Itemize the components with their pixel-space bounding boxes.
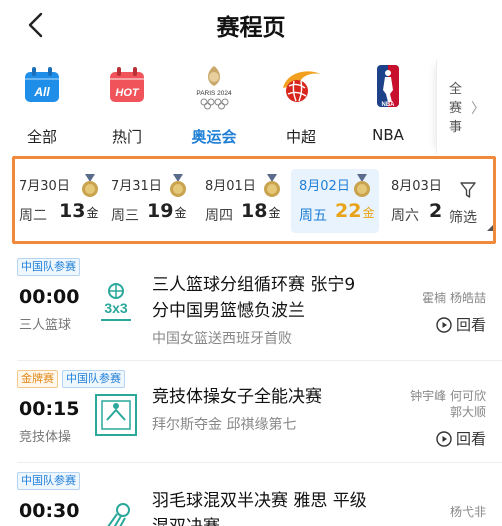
calendar-hot-icon-text: HOT [115, 87, 140, 99]
date-label: 8月01日 [205, 179, 256, 194]
filter-label: 筛选 [449, 210, 477, 226]
event-players: 钟宇峰 何可欣 郭大顺 [410, 389, 486, 419]
gold-medal-icon [264, 174, 280, 197]
weekday-label: 周三 [111, 208, 139, 224]
tab-csl[interactable]: 中超 [261, 60, 341, 146]
tab-all-label: 全部 [26, 128, 57, 146]
event-row[interactable]: 金牌赛 中国队参赛 00:15 竞技体操 竞技体操女子全能决赛 拜尔斯夺金 邱祺… [0, 370, 502, 456]
event-subtitle: 拜尔斯夺金 邱祺缘第七 [152, 417, 297, 433]
nba-logo: NBA [377, 65, 399, 108]
filter-button[interactable]: 筛选 [447, 173, 495, 233]
replay-button[interactable]: 回看 [436, 314, 486, 335]
gold-count: 18金 [241, 200, 281, 222]
event-title: 三人篮球分组循环赛 张宁9分中国男篮憾负波兰 [152, 275, 356, 321]
gold-count: 13金 [59, 200, 99, 222]
china-team-tag: 中国队参赛 [17, 258, 80, 276]
event-time: 00:30 [19, 500, 80, 522]
date-strip: 7月30日 周二 13金 7月31日 周三 19金 8月01日 周四 18金 8… [12, 156, 496, 244]
calendar-all-icon: All [25, 67, 59, 102]
3x3-basketball-icon: 3x3 [101, 283, 131, 321]
page-title: 赛程页 [216, 15, 286, 41]
date-label: 7月31日 [111, 179, 162, 194]
header: 赛程页 [0, 0, 502, 52]
calendar-hot-icon: HOT [110, 67, 144, 102]
event-sport: 三人篮球 [19, 318, 72, 333]
event-players: 霍楠 杨皓喆 [422, 291, 486, 305]
tab-nba-label: NBA [372, 126, 404, 144]
tab-olympics-label: 奥运会 [191, 128, 237, 146]
event-time: 00:15 [19, 398, 80, 420]
date-item[interactable]: 7月30日 周二 13金 [19, 169, 103, 233]
china-team-tag: 中国队参赛 [17, 472, 80, 490]
tab-hot[interactable]: HOT 热门 [87, 60, 167, 146]
all-games-label: 全赛事 [449, 82, 463, 135]
tab-csl-label: 中超 [285, 128, 316, 146]
divider [17, 360, 502, 361]
chevron-right-icon: 〉 [471, 101, 485, 117]
divider [17, 462, 502, 463]
gold-count: 19金 [147, 200, 187, 222]
all-games-button[interactable]: 全赛事 〉 [436, 60, 502, 154]
event-sport: 竞技体操 [19, 430, 72, 445]
tab-all[interactable]: All 全部 [2, 60, 82, 146]
csl-logo [283, 71, 321, 102]
gold-medal-icon [82, 174, 98, 197]
paris-2024-logo: PARIS 2024 [196, 66, 232, 110]
gold-medal-match-tag: 金牌赛 [17, 370, 58, 388]
date-item[interactable]: 8月03日 周六 2 [391, 169, 443, 233]
calendar-all-icon-text: All [33, 85, 50, 99]
event-tags: 金牌赛 中国队参赛 [17, 370, 125, 388]
date-label: 7月30日 [19, 179, 70, 194]
event-row[interactable]: 中国队参赛 00:00 三人篮球 3x3 三人篮球分组循环赛 张宁9分中国男篮憾… [0, 258, 502, 354]
event-tags: 中国队参赛 [17, 472, 80, 490]
weekday-label: 周二 [19, 208, 47, 224]
date-label: 8月02日 [299, 179, 350, 194]
event-title: 竞技体操女子全能决赛 [152, 387, 322, 407]
event-row[interactable]: 中国队参赛 00:30 羽毛球混双半决赛 雅思 平级混双决赛 杨弋非 [0, 472, 502, 526]
tab-nba[interactable]: NBA NBA [348, 60, 428, 146]
nba-logo-text: NBA [382, 102, 396, 108]
gold-count: 2 [429, 200, 443, 222]
china-team-tag: 中国队参赛 [62, 370, 125, 388]
paris-2024-text: PARIS 2024 [196, 90, 232, 97]
replay-label: 回看 [455, 430, 486, 448]
date-label: 8月03日 [391, 179, 442, 194]
filter-funnel-icon [460, 182, 476, 198]
play-circle-icon [436, 430, 452, 447]
weekday-label: 周六 [391, 208, 419, 224]
replay-button[interactable]: 回看 [436, 428, 486, 449]
date-item[interactable]: 8月01日 周四 18金 [205, 169, 289, 233]
play-circle-icon [436, 316, 452, 333]
corner-triangle-icon [487, 225, 493, 231]
gold-medal-icon [170, 174, 186, 197]
event-title: 羽毛球混双半决赛 雅思 平级混双决赛 [152, 491, 367, 526]
event-subtitle: 中国女篮送西班牙首败 [152, 331, 292, 347]
tab-hot-label: 热门 [111, 128, 142, 146]
tab-olympics[interactable]: PARIS 2024 奥运会 [174, 60, 254, 146]
gold-medal-icon [354, 174, 370, 197]
date-item[interactable]: 7月31日 周三 19金 [111, 169, 195, 233]
date-item-selected[interactable]: 8月02日 周五 22金 [291, 169, 379, 233]
event-time: 00:00 [19, 286, 80, 308]
event-players: 杨弋非 [449, 505, 486, 519]
gold-count: 22金 [335, 200, 375, 222]
badminton-icon [107, 503, 130, 526]
event-tags: 中国队参赛 [17, 258, 80, 276]
svg-text:3x3: 3x3 [104, 300, 128, 316]
weekday-label: 周五 [299, 208, 327, 224]
artistic-gymnastics-icon [95, 394, 137, 436]
replay-label: 回看 [455, 316, 486, 334]
category-tabs: All 全部 HOT 热门 PARIS 2024 奥运会 中超 NBA NBA [0, 56, 502, 150]
weekday-label: 周四 [205, 208, 233, 224]
